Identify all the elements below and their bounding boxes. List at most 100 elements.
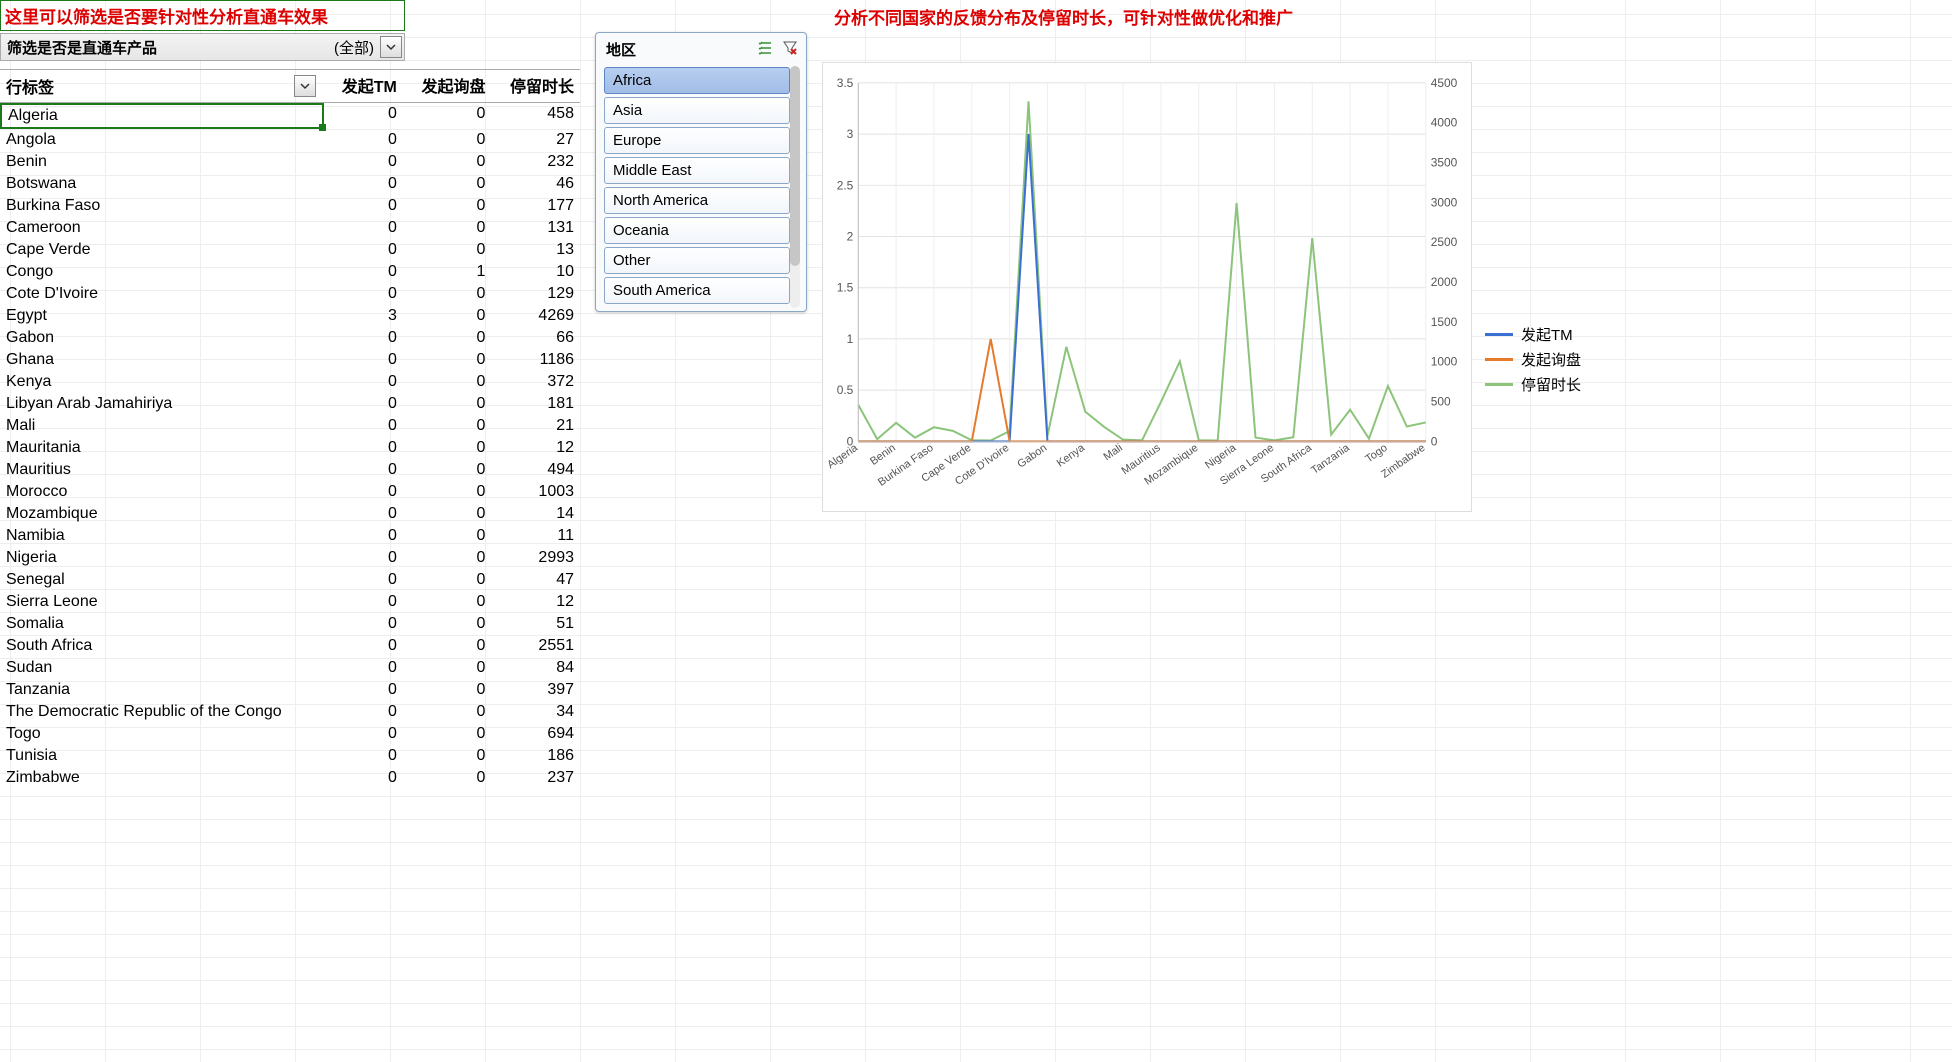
table-row[interactable]: Mauritania0012 (0, 437, 580, 459)
country-cell: Congo (0, 261, 324, 283)
inq-cell: 0 (403, 459, 492, 481)
table-row[interactable]: Botswana0046 (0, 173, 580, 195)
table-row[interactable]: Zimbabwe00237 (0, 767, 580, 789)
inq-cell: 0 (403, 393, 492, 415)
country-cell: Tunisia (0, 745, 324, 767)
chevron-down-icon (300, 81, 310, 91)
legend-inq: 发起询盘 (1521, 349, 1581, 370)
tm-cell: 0 (324, 767, 403, 789)
svg-text:1000: 1000 (1431, 355, 1458, 369)
table-row[interactable]: Benin00232 (0, 151, 580, 173)
region-slicer[interactable]: 地区 AfricaAsiaEuropeMiddle EastNorth Amer… (595, 32, 807, 312)
tm-cell: 0 (324, 613, 403, 635)
table-row[interactable]: Burkina Faso00177 (0, 195, 580, 217)
inq-cell: 0 (403, 239, 492, 261)
table-row[interactable]: Egypt304269 (0, 305, 580, 327)
table-row[interactable]: Senegal0047 (0, 569, 580, 591)
inq-cell: 0 (403, 503, 492, 525)
svg-text:Togo: Togo (1363, 442, 1389, 465)
slicer-scrollbar[interactable] (790, 66, 800, 308)
table-row[interactable]: Cote D'Ivoire00129 (0, 283, 580, 305)
svg-text:1: 1 (847, 332, 854, 346)
table-row[interactable]: Sudan0084 (0, 657, 580, 679)
country-cell: Angola (0, 129, 324, 151)
table-row[interactable]: Congo0110 (0, 261, 580, 283)
stay-cell: 66 (491, 327, 580, 349)
table-row[interactable]: South Africa002551 (0, 635, 580, 657)
note-left: 这里可以筛选是否要针对性分析直通车效果 (0, 0, 405, 31)
svg-text:Mali: Mali (1102, 442, 1125, 463)
table-row[interactable]: Namibia0011 (0, 525, 580, 547)
slicer-item[interactable]: Africa (604, 67, 790, 94)
slicer-item[interactable]: Middle East (604, 157, 790, 184)
table-row[interactable]: Somalia0051 (0, 613, 580, 635)
country-cell: Botswana (0, 173, 324, 195)
table-row[interactable]: Cape Verde0013 (0, 239, 580, 261)
tm-cell: 0 (324, 723, 403, 745)
stay-cell: 12 (491, 591, 580, 613)
filter-label: 筛选是否是直通车产品 (1, 35, 328, 60)
inq-cell: 0 (403, 173, 492, 195)
table-row[interactable]: Cameroon00131 (0, 217, 580, 239)
slicer-item[interactable]: South America (604, 277, 790, 304)
country-cell: Cameroon (0, 217, 324, 239)
table-row[interactable]: Togo00694 (0, 723, 580, 745)
feedback-chart[interactable]: 00.511.522.533.5050010001500200025003000… (822, 62, 1472, 512)
svg-text:4000: 4000 (1431, 116, 1458, 130)
tm-cell: 0 (324, 459, 403, 481)
slicer-item[interactable]: Oceania (604, 217, 790, 244)
country-cell: Libyan Arab Jamahiriya (0, 393, 324, 415)
svg-text:500: 500 (1431, 394, 1451, 408)
table-row[interactable]: Morocco001003 (0, 481, 580, 503)
slicer-item[interactable]: North America (604, 187, 790, 214)
inq-cell: 0 (403, 481, 492, 503)
pivot-page-filter[interactable]: 筛选是否是直通车产品 (全部) (0, 33, 405, 61)
slicer-item[interactable]: Other (604, 247, 790, 274)
inq-cell: 0 (403, 701, 492, 723)
tm-cell: 0 (324, 103, 403, 129)
table-row[interactable]: Kenya00372 (0, 371, 580, 393)
country-cell: South Africa (0, 635, 324, 657)
table-row[interactable]: Algeria00458 (0, 103, 580, 129)
table-row[interactable]: Gabon0066 (0, 327, 580, 349)
stay-cell: 13 (491, 239, 580, 261)
slicer-item[interactable]: Asia (604, 97, 790, 124)
svg-text:2.5: 2.5 (837, 178, 854, 192)
country-cell: Namibia (0, 525, 324, 547)
table-row[interactable]: Angola0027 (0, 129, 580, 151)
legend-tm: 发起TM (1521, 324, 1573, 345)
svg-text:Benin: Benin (868, 442, 898, 468)
tm-cell: 0 (324, 745, 403, 767)
svg-text:0: 0 (1431, 434, 1438, 448)
slicer-item[interactable]: Europe (604, 127, 790, 154)
inq-cell: 0 (403, 327, 492, 349)
svg-text:3.5: 3.5 (837, 76, 854, 90)
stay-cell: 237 (491, 767, 580, 789)
table-row[interactable]: Ghana001186 (0, 349, 580, 371)
table-row[interactable]: Sierra Leone0012 (0, 591, 580, 613)
row-labels-dropdown[interactable] (294, 75, 316, 97)
clear-filter-icon[interactable] (782, 40, 798, 59)
table-row[interactable]: Libyan Arab Jamahiriya00181 (0, 393, 580, 415)
table-row[interactable]: Nigeria002993 (0, 547, 580, 569)
country-cell: Togo (0, 723, 324, 745)
table-row[interactable]: Tunisia00186 (0, 745, 580, 767)
inq-cell: 1 (403, 261, 492, 283)
stay-cell: 232 (491, 151, 580, 173)
tm-cell: 0 (324, 195, 403, 217)
table-row[interactable]: Mozambique0014 (0, 503, 580, 525)
stay-cell: 494 (491, 459, 580, 481)
table-row[interactable]: Mauritius00494 (0, 459, 580, 481)
table-row[interactable]: The Democratic Republic of the Congo0034 (0, 701, 580, 723)
inq-cell: 0 (403, 103, 492, 129)
country-cell: Mauritania (0, 437, 324, 459)
stay-cell: 1186 (491, 349, 580, 371)
svg-text:2: 2 (847, 229, 854, 243)
table-row[interactable]: Tanzania00397 (0, 679, 580, 701)
table-row[interactable]: Mali0021 (0, 415, 580, 437)
filter-dropdown-button[interactable] (380, 36, 402, 58)
stay-cell: 47 (491, 569, 580, 591)
multiselect-icon[interactable] (758, 40, 774, 59)
tm-cell: 0 (324, 415, 403, 437)
pivot-body: Algeria00458Angola0027Benin00232Botswana… (0, 103, 580, 789)
